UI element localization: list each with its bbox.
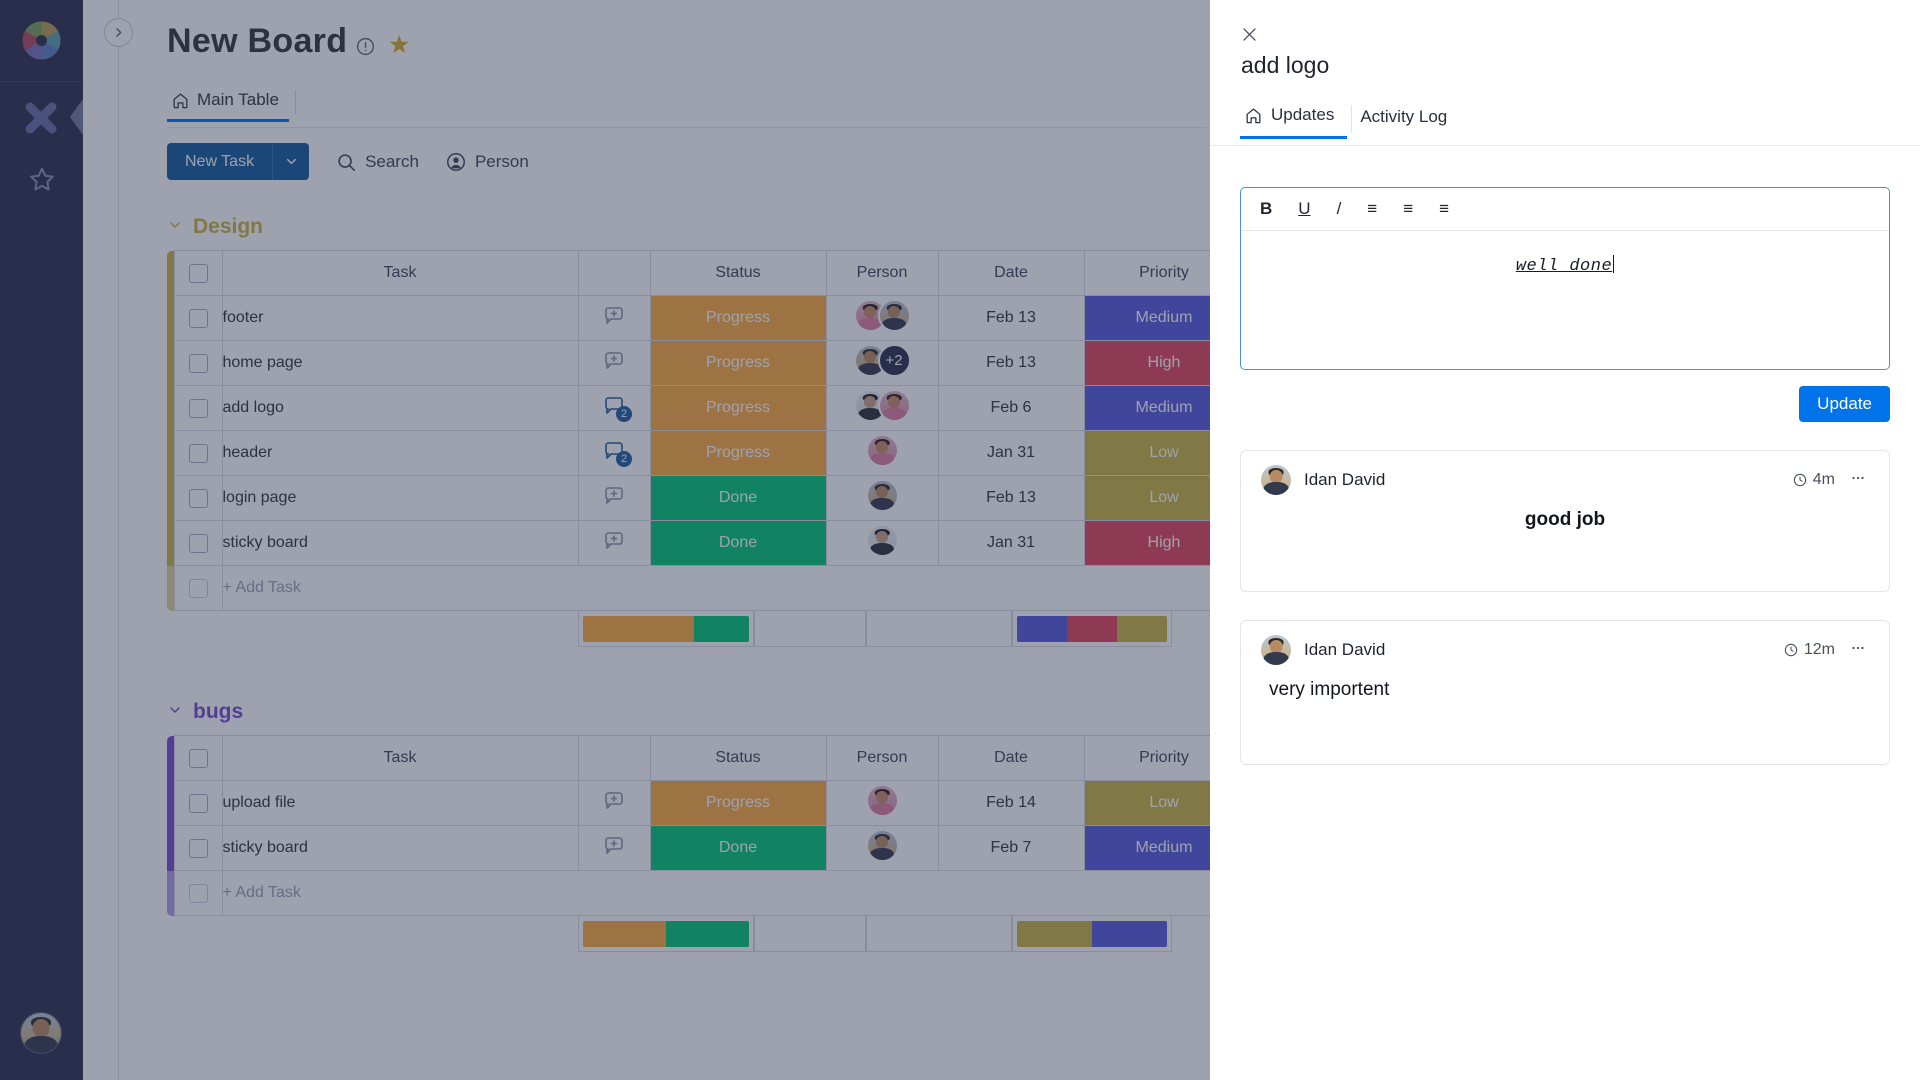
update-card[interactable]: Idan David 12m very importent bbox=[1240, 620, 1890, 765]
editor-toolbar: B U / ≡ ≡ ≡ bbox=[1241, 188, 1889, 231]
update-menu-button[interactable] bbox=[1849, 469, 1867, 492]
tab-updates-label: Updates bbox=[1271, 105, 1335, 124]
screen: New Board ★ Main Table New Task Search P… bbox=[0, 0, 1920, 1080]
align-center-button[interactable]: ≡ bbox=[1403, 199, 1413, 219]
panel-tab-divider bbox=[1351, 105, 1353, 133]
update-menu-button[interactable] bbox=[1849, 639, 1867, 662]
update-author: Idan David bbox=[1304, 470, 1386, 489]
update-text: good job bbox=[1524, 509, 1606, 530]
update-timestamp: 12m bbox=[1783, 641, 1835, 659]
update-button[interactable]: Update bbox=[1799, 386, 1890, 422]
more-dots-icon bbox=[1852, 646, 1864, 649]
avatar[interactable] bbox=[1261, 635, 1291, 665]
clock-icon bbox=[1793, 473, 1806, 487]
update-text: very importent bbox=[1269, 679, 1390, 700]
close-icon[interactable] bbox=[1240, 25, 1259, 50]
text-caret bbox=[1613, 255, 1615, 273]
more-dots-icon bbox=[1852, 476, 1864, 479]
modal-overlay[interactable] bbox=[0, 0, 1210, 1080]
update-card-header: Idan David 4m bbox=[1241, 451, 1889, 509]
avatar[interactable] bbox=[1261, 465, 1291, 495]
tab-activity-log[interactable]: Activity Log bbox=[1356, 105, 1460, 139]
align-right-button[interactable]: ≡ bbox=[1439, 199, 1449, 219]
home-icon bbox=[1246, 108, 1261, 123]
underline-button[interactable]: U bbox=[1298, 199, 1310, 219]
clock-icon bbox=[1784, 643, 1798, 657]
panel-tabs: Updates Activity Log bbox=[1240, 105, 1460, 139]
item-details-panel: add logo Updates Activity Log B U / ≡ ≡ … bbox=[1210, 0, 1920, 1080]
panel-title: add logo bbox=[1241, 52, 1330, 78]
panel-tabs-underline bbox=[1210, 145, 1920, 146]
update-editor[interactable]: B U / ≡ ≡ ≡ well done bbox=[1240, 187, 1890, 370]
editor-value: well done bbox=[1515, 257, 1613, 276]
tab-updates[interactable]: Updates bbox=[1240, 105, 1348, 139]
update-timestamp: 4m bbox=[1792, 471, 1835, 489]
align-left-button[interactable]: ≡ bbox=[1367, 199, 1377, 219]
editor-body[interactable]: well done bbox=[1241, 231, 1889, 369]
italic-button[interactable]: / bbox=[1337, 199, 1342, 219]
update-author: Idan David bbox=[1304, 640, 1386, 659]
update-card[interactable]: Idan David 4m good job bbox=[1240, 450, 1890, 592]
bold-button[interactable]: B bbox=[1260, 199, 1272, 219]
update-card-header: Idan David 12m bbox=[1241, 621, 1889, 679]
editor-text-wrap: well done bbox=[1241, 255, 1889, 276]
tab-activity-log-label: Activity Log bbox=[1360, 106, 1448, 126]
